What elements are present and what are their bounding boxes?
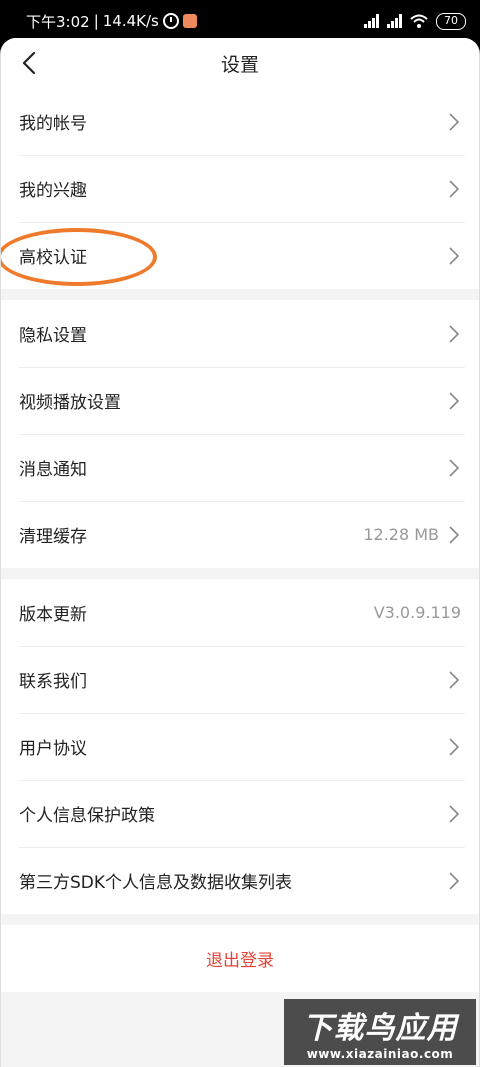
row-version-update[interactable]: 版本更新 V3.0.9.119 — [1, 579, 479, 646]
nav-bar: 设置 — [1, 38, 479, 88]
chevron-left-icon — [22, 51, 36, 75]
row-label: 清理缓存 — [19, 527, 87, 547]
page-title: 设置 — [220, 53, 259, 76]
alarm-icon — [162, 13, 179, 29]
back-button[interactable] — [17, 50, 41, 76]
row-label: 高校认证 — [19, 248, 87, 268]
row-label: 我的帐号 — [19, 114, 87, 134]
chevron-right-icon — [447, 324, 461, 344]
row-contact-us[interactable]: 联系我们 — [1, 646, 479, 713]
app-notification-icon — [182, 14, 197, 28]
row-label: 联系我们 — [19, 672, 87, 692]
row-video-playback-settings[interactable]: 视频播放设置 — [1, 367, 479, 434]
version-number: V3.0.9.119 — [373, 603, 461, 622]
row-label: 隐私设置 — [19, 326, 87, 346]
logout-label: 退出登录 — [206, 951, 274, 971]
section-divider — [1, 568, 479, 579]
settings-screen: 设置 我的帐号 我的兴趣 高校认证 隐私设置 视频播放设置 消息通知 清理缓存 … — [0, 38, 480, 1067]
chevron-right-icon — [447, 458, 461, 478]
row-privacy-settings[interactable]: 隐私设置 — [1, 300, 479, 367]
battery-indicator: 70 — [436, 12, 466, 30]
settings-group-about: 版本更新 V3.0.9.119 联系我们 用户协议 个人信息保护政策 第三方SD… — [1, 579, 479, 914]
row-label: 视频播放设置 — [19, 393, 121, 413]
signal-icon-2 — [387, 14, 402, 28]
row-label: 我的兴趣 — [19, 181, 87, 201]
row-notifications[interactable]: 消息通知 — [1, 434, 479, 501]
signal-icon — [364, 14, 379, 28]
chevron-right-icon — [447, 804, 461, 824]
settings-group-preferences: 隐私设置 视频播放设置 消息通知 清理缓存 12.28 MB — [1, 300, 479, 568]
row-my-account[interactable]: 我的帐号 — [1, 88, 479, 155]
chevron-right-icon — [447, 871, 461, 891]
row-third-party-sdk-list[interactable]: 第三方SDK个人信息及数据收集列表 — [1, 847, 479, 914]
section-divider — [1, 914, 479, 925]
network-speed: 14.4K/s — [102, 12, 159, 30]
row-label: 版本更新 — [19, 605, 87, 625]
logout-button[interactable]: 退出登录 — [1, 925, 479, 992]
row-label: 个人信息保护政策 — [19, 806, 155, 826]
watermark-title: 下载鸟应用 — [302, 1011, 458, 1046]
chevron-right-icon — [447, 246, 461, 266]
chevron-right-icon — [447, 179, 461, 199]
chevron-right-icon — [447, 737, 461, 757]
row-clear-cache[interactable]: 清理缓存 12.28 MB — [1, 501, 479, 568]
status-divider: | — [93, 12, 99, 30]
chevron-right-icon — [447, 112, 461, 132]
chevron-right-icon — [447, 525, 461, 545]
row-label: 第三方SDK个人信息及数据收集列表 — [19, 873, 293, 893]
row-label: 消息通知 — [19, 460, 87, 480]
status-time: 下午3:02 — [26, 12, 90, 31]
settings-group-account: 我的帐号 我的兴趣 高校认证 — [1, 88, 479, 289]
section-divider — [1, 289, 479, 300]
row-my-interests[interactable]: 我的兴趣 — [1, 155, 479, 222]
row-user-agreement[interactable]: 用户协议 — [1, 713, 479, 780]
chevron-right-icon — [447, 670, 461, 690]
watermark-url: www.xiazainiao.com — [306, 1047, 454, 1061]
status-bar: 下午3:02 | 14.4K/s 70 — [0, 0, 480, 42]
chevron-right-icon — [447, 391, 461, 411]
row-college-verification[interactable]: 高校认证 — [1, 222, 479, 289]
cache-size: 12.28 MB — [363, 525, 439, 544]
row-privacy-policy[interactable]: 个人信息保护政策 — [1, 780, 479, 847]
row-label: 用户协议 — [19, 739, 87, 759]
wifi-icon — [410, 14, 428, 28]
watermark: 下载鸟应用 www.xiazainiao.com — [284, 999, 476, 1065]
